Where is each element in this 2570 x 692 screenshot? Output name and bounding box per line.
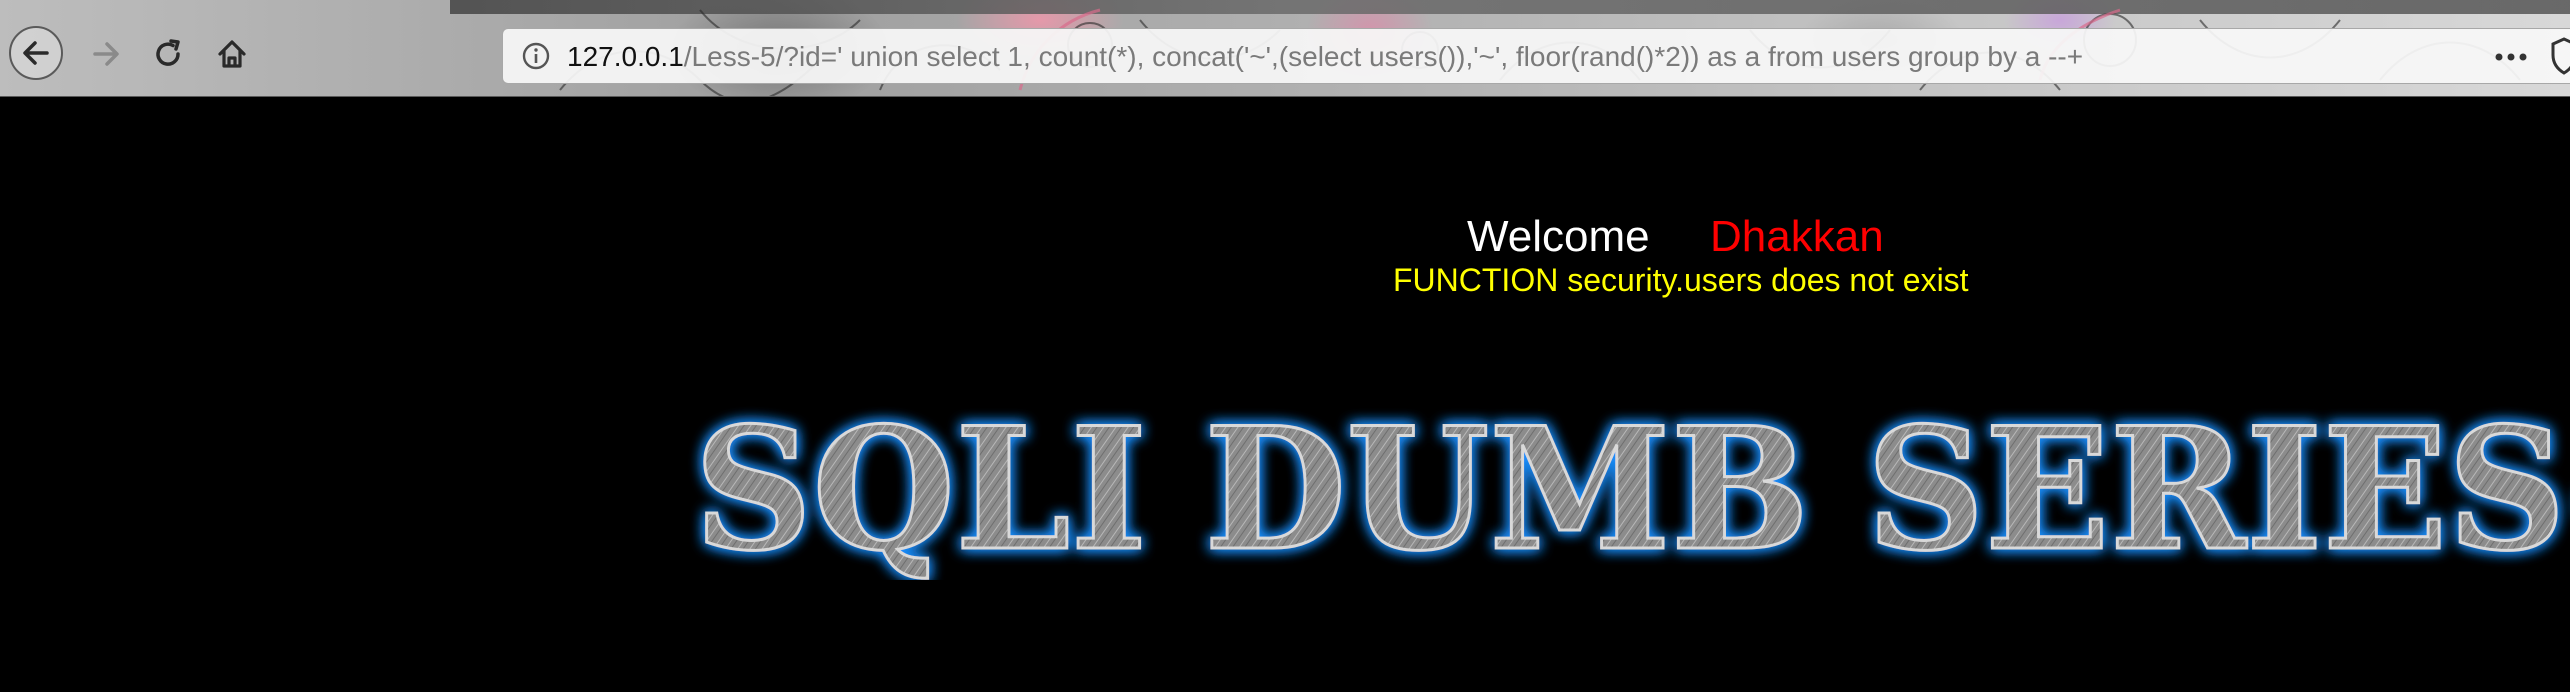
- browser-toolbar: 127.0.0.1/Less-5/?id=' union select 1, c…: [0, 0, 2570, 97]
- sqli-dumb-series-banner: SQLI DUMB SERIES-5: [693, 389, 2570, 581]
- url-text[interactable]: 127.0.0.1/Less-5/?id=' union select 1, c…: [567, 42, 2083, 72]
- welcome-line: Welcome Dhakkan: [0, 212, 2570, 268]
- welcome-label: Welcome: [1467, 212, 1650, 261]
- user-name: Dhakkan: [1710, 212, 1884, 261]
- reload-button[interactable]: [148, 34, 188, 74]
- url-bar[interactable]: 127.0.0.1/Less-5/?id=' union select 1, c…: [502, 28, 2570, 84]
- forward-button[interactable]: [86, 34, 126, 74]
- url-path: /Less-5/?id=' union select 1, count(*), …: [683, 41, 2084, 72]
- home-button[interactable]: [212, 34, 252, 74]
- more-dots-icon[interactable]: [2491, 42, 2531, 72]
- forward-arrow-icon: [93, 42, 119, 66]
- url-host: 127.0.0.1: [567, 41, 684, 72]
- banner-text: SQLI DUMB SERIES-5: [694, 390, 2570, 580]
- back-button[interactable]: [9, 26, 63, 80]
- home-icon: [218, 40, 246, 68]
- sql-error-message: FUNCTION security.users does not exist: [1393, 262, 1969, 298]
- shield-icon[interactable]: [2551, 37, 2570, 75]
- info-icon[interactable]: [521, 41, 551, 71]
- reload-icon: [156, 39, 180, 66]
- back-arrow-icon: [23, 41, 49, 65]
